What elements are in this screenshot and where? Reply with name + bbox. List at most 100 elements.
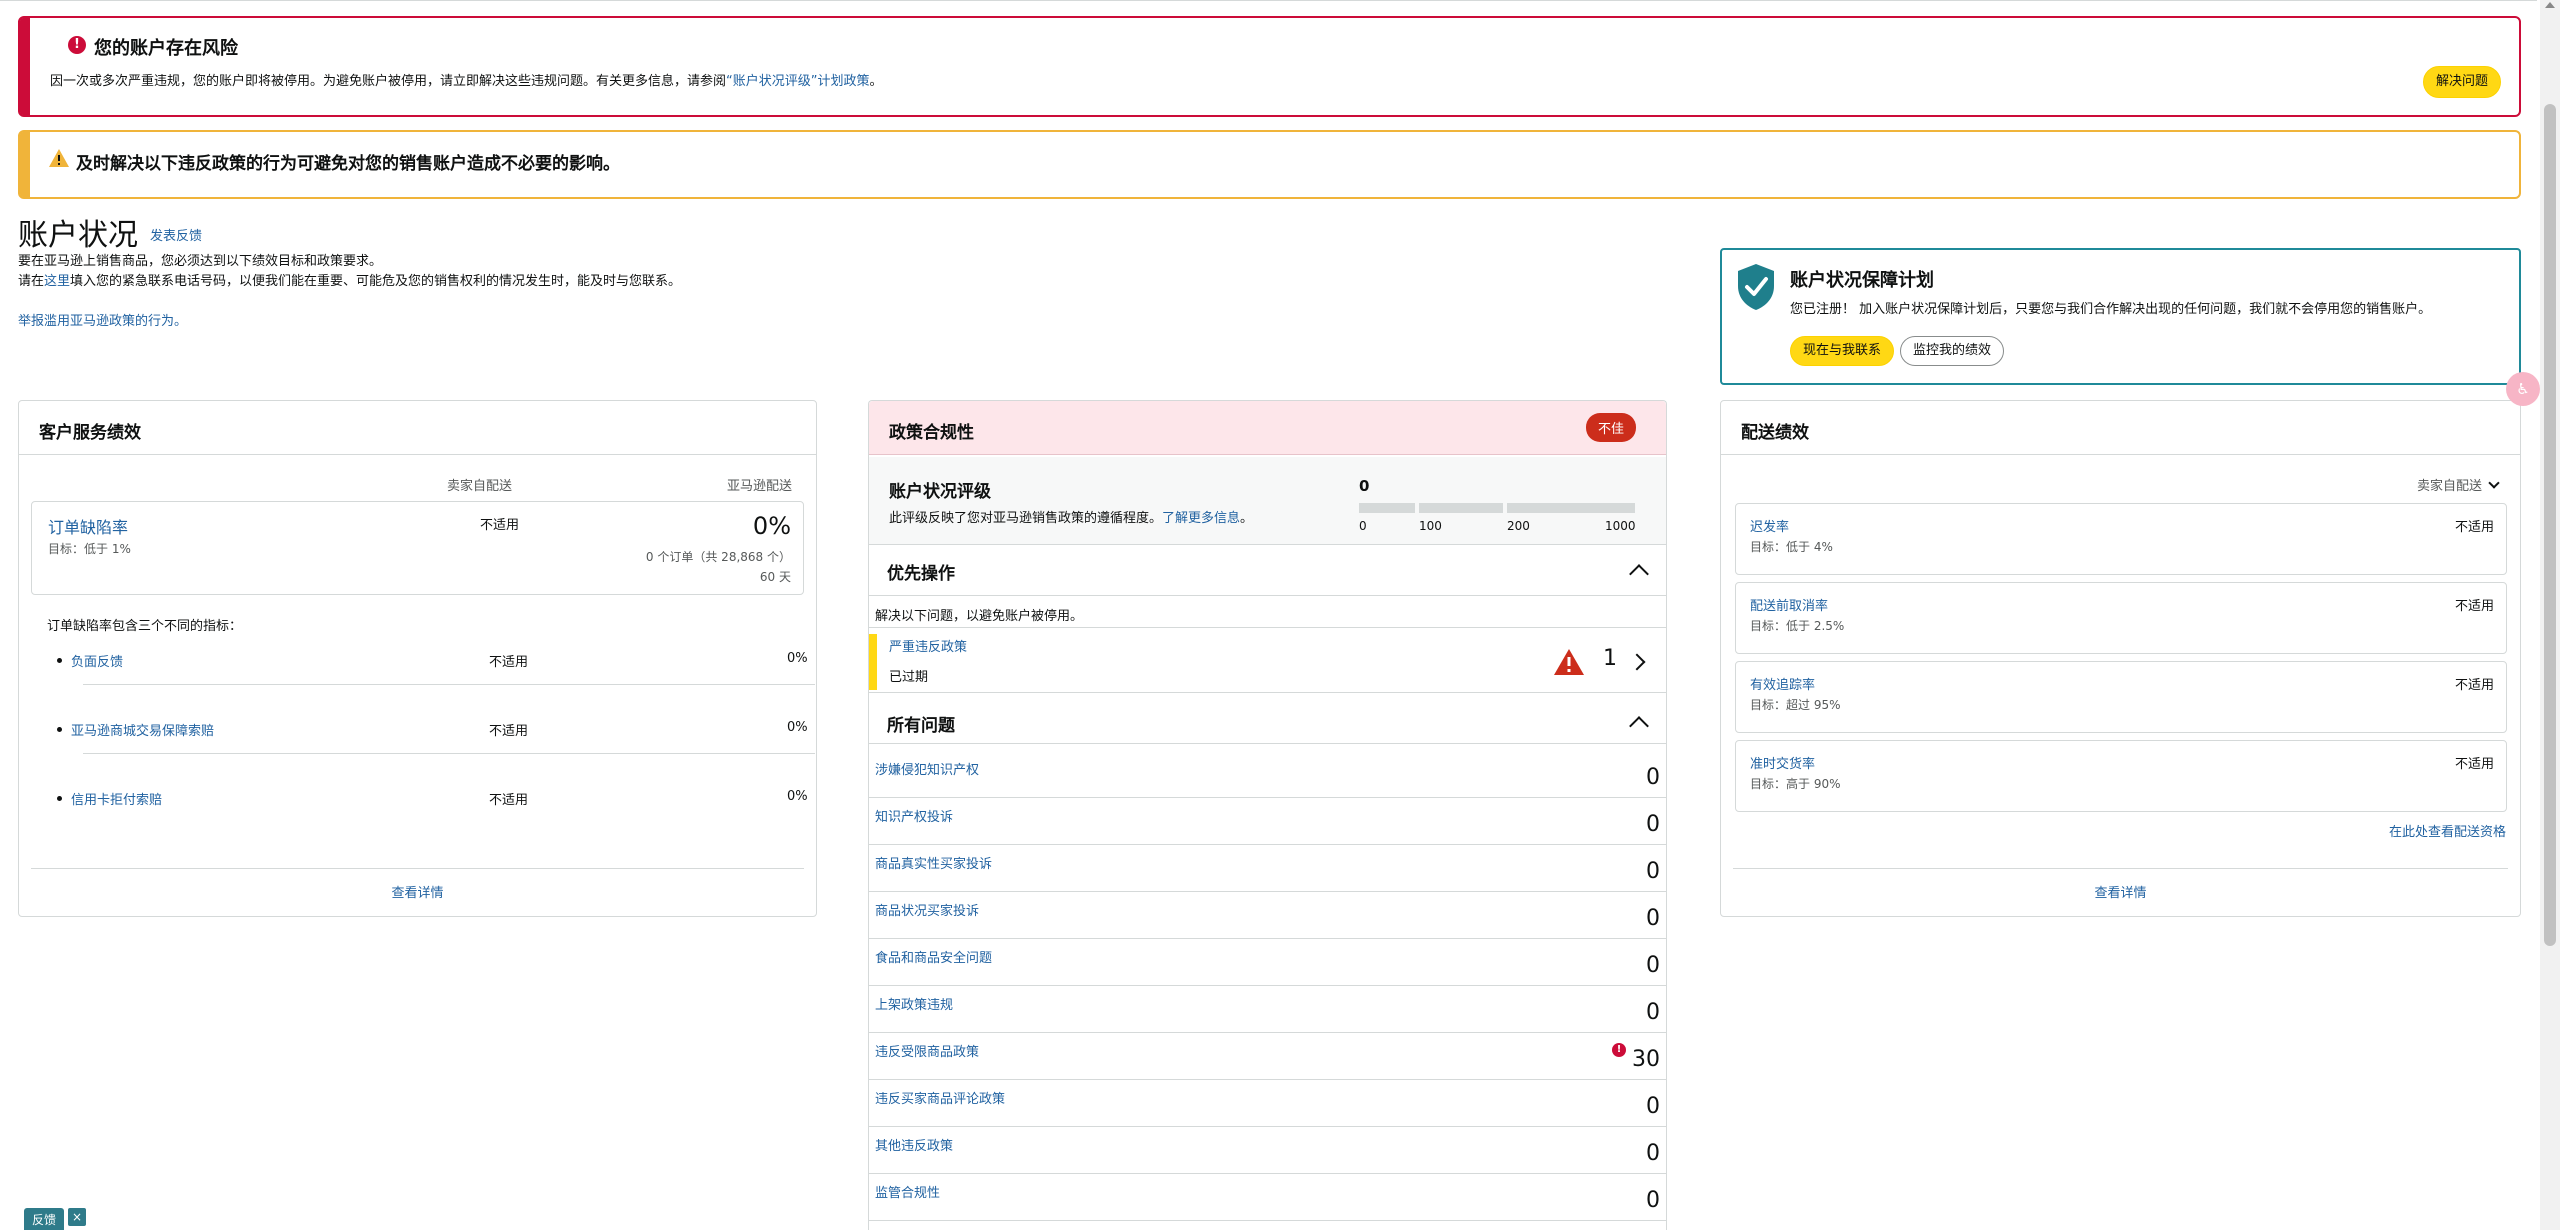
warning-icon — [49, 149, 69, 167]
monitor-performance-button[interactable]: 监控我的绩效 — [1900, 336, 2004, 366]
give-feedback-link[interactable]: 发表反馈 — [150, 225, 202, 244]
issue-link[interactable]: 监管合规性 — [875, 1182, 940, 1201]
issue-link[interactable]: 违反买家商品评论政策 — [875, 1088, 1005, 1107]
card-title: 配送绩效 — [1741, 423, 1809, 443]
issue-link[interactable]: 违反受限商品政策 — [875, 1041, 979, 1060]
resolve-issues-button[interactable]: 解决问题 — [2423, 66, 2501, 98]
page-scrollbar[interactable] — [2540, 0, 2560, 1230]
priority-bar — [869, 634, 877, 690]
view-details-link[interactable]: 查看详情 — [19, 882, 816, 901]
intro-text: 要在亚马逊上销售商品，您必须达到以下绩效目标和政策要求。 — [18, 254, 383, 269]
issue-count: 0 — [1646, 1094, 1660, 1119]
metric-target: 目标：高于 90% — [1750, 777, 1841, 791]
report-abuse-link[interactable]: 举报滥用亚马逊政策的行为。 — [18, 310, 187, 329]
scale-tick: 1000 — [1605, 519, 1636, 533]
pre-fulfillment-cancel-rate-link[interactable]: 配送前取消率 — [1750, 595, 1828, 614]
list-item: 亚马逊商城交易保障索赔 不适用 0% — [47, 718, 817, 788]
shield-check-icon — [1738, 264, 1774, 310]
issue-row: 上架政策违规 0 — [869, 986, 1666, 1033]
metric-target: 目标：低于 4% — [1750, 540, 1833, 554]
chargeback-claims-link[interactable]: 信用卡拒付索赔 — [71, 789, 162, 808]
status-badge: 不佳 — [1585, 413, 1636, 442]
alert-title: 您的账户存在风险 — [94, 38, 238, 59]
chevron-right-icon[interactable] — [1628, 653, 1646, 671]
view-details-link[interactable]: 查看详情 — [1721, 882, 2520, 901]
scale-tick: 100 — [1419, 519, 1442, 533]
seller-value: 不适用 — [489, 655, 529, 670]
scale-segment — [1419, 503, 1503, 513]
accessibility-float-icon[interactable]: ♿ — [2506, 372, 2540, 406]
negative-feedback-link[interactable]: 负面反馈 — [71, 651, 123, 670]
issue-row: 监管合规性 0 — [869, 1174, 1666, 1221]
metric-box: 准时交货率 目标：高于 90% 不适用 — [1735, 740, 2507, 812]
all-issues-title: 所有问题 — [887, 716, 955, 736]
ahr-scale: 0 100 200 1000 — [1359, 503, 1636, 533]
issue-link[interactable]: 商品真实性买家投诉 — [875, 853, 992, 872]
ahr-description: 此评级反映了您对亚马逊销售政策的遵循程度。了解更多信息。 — [889, 511, 1254, 526]
bullet — [57, 658, 62, 663]
issue-link[interactable]: 商品状况买家投诉 — [875, 900, 979, 919]
metric-value: 不适用 — [2454, 520, 2494, 535]
issue-link[interactable]: 知识产权投诉 — [875, 806, 953, 825]
late-shipment-rate-link[interactable]: 迟发率 — [1750, 516, 1789, 535]
emergency-contact-link[interactable]: 这里 — [44, 274, 70, 289]
on-time-delivery-rate-link[interactable]: 准时交货率 — [1750, 753, 1815, 772]
metric-box: 配送前取消率 目标：低于 2.5% 不适用 — [1735, 582, 2507, 654]
issue-link[interactable]: 上架政策违规 — [875, 994, 953, 1013]
issue-link[interactable]: 涉嫌侵犯知识产权 — [875, 759, 979, 778]
issue-count: 0 — [1646, 812, 1660, 837]
delivery-performance-card: 配送绩效 卖家自配送 迟发率 目标：低于 4% 不适用 配送前取消率 目标：低于… — [1720, 400, 2521, 917]
card-header: 客户服务绩效 — [19, 401, 816, 455]
issue-link[interactable]: 其他违反政策 — [875, 1135, 953, 1154]
order-defect-rate-box: 订单缺陷率 目标：低于 1% 不适用 0% 0 个订单（共 28,868 个） … — [31, 501, 804, 595]
issue-row: 知识产权投诉 0 — [869, 798, 1666, 845]
odr-orders: 0 个订单（共 28,868 个） — [645, 550, 791, 564]
metric-box: 有效追踪率 目标：超过 95% 不适用 — [1735, 661, 2507, 733]
issue-count: 0 — [1646, 859, 1660, 884]
account-health-rating: 账户状况评级 此评级反映了您对亚马逊销售政策的遵循程度。了解更多信息。 0 0 … — [869, 457, 1666, 545]
close-icon[interactable]: × — [68, 1208, 86, 1226]
scale-segment — [1359, 503, 1415, 513]
odr-amazon-value: 0% — [752, 512, 791, 540]
fulfillment-filter-dropdown[interactable]: 卖家自配送 — [2417, 475, 2500, 494]
severe-violation-link[interactable]: 严重违反政策 — [889, 636, 967, 655]
card-header: 配送绩效 — [1721, 401, 2520, 455]
alert-text: 因一次或多次严重违规，您的账户即将被停用。为避免账户被停用，请立即解决这些违规问… — [50, 74, 883, 89]
scroll-up-icon[interactable] — [2545, 2, 2555, 8]
order-defect-rate-link[interactable]: 订单缺陷率 — [48, 514, 128, 538]
collapse-chevron-icon[interactable] — [1629, 716, 1649, 736]
metric-target: 目标：超过 95% — [1750, 698, 1841, 712]
issue-link[interactable]: 食品和商品安全问题 — [875, 947, 992, 966]
issue-count: 0 — [1646, 1000, 1660, 1025]
alert-icon: ! — [1612, 1043, 1626, 1057]
seller-value: 不适用 — [489, 793, 529, 808]
learn-more-link[interactable]: 了解更多信息 — [1162, 511, 1240, 526]
priority-item[interactable]: 严重违反政策 已过期 1 — [869, 627, 1666, 693]
shipping-eligibility-link[interactable]: 在此处查看配送资格 — [2389, 821, 2506, 840]
collapse-chevron-icon[interactable] — [1629, 564, 1649, 584]
scrollbar-thumb[interactable] — [2544, 104, 2556, 946]
ahr-policy-link[interactable]: “账户状况评级”计划政策 — [726, 74, 869, 89]
list-item: 负面反馈 不适用 0% — [47, 649, 817, 719]
a-to-z-claims-link[interactable]: 亚马逊商城交易保障索赔 — [71, 720, 214, 739]
divider — [83, 684, 815, 685]
page-title: 账户状况 — [18, 218, 138, 253]
priority-status: 已过期 — [889, 670, 929, 685]
emergency-contact-text: 请在这里填入您的紧急联系电话号码，以便我们能在重要、可能危及您的销售权利的情况发… — [18, 274, 682, 289]
bullet — [57, 727, 62, 732]
contact-me-button[interactable]: 现在与我联系 — [1790, 336, 1894, 366]
policy-warning-alert: 及时解决以下违反政策的行为可避免对您的销售账户造成不必要的影响。 — [18, 130, 2521, 199]
warning-title: 及时解决以下违反政策的行为可避免对您的销售账户造成不必要的影响。 — [76, 154, 620, 174]
ahr-score: 0 — [1359, 477, 1370, 495]
valid-tracking-rate-link[interactable]: 有效追踪率 — [1750, 674, 1815, 693]
issue-count: 30 — [1632, 1047, 1660, 1072]
card-header: 政策合规性 不佳 — [869, 401, 1666, 455]
issue-row: 其他违反政策 0 — [869, 1127, 1666, 1174]
issue-count: 0 — [1646, 1141, 1660, 1166]
metric-target: 目标：低于 2.5% — [1750, 619, 1845, 633]
feedback-tab[interactable]: 反馈 — [24, 1208, 65, 1230]
scale-segment — [1507, 503, 1635, 513]
divider — [1733, 868, 2508, 869]
protection-title: 账户状况保障计划 — [1790, 270, 1934, 291]
column-seller-fulfilled: 卖家自配送 — [447, 479, 513, 494]
